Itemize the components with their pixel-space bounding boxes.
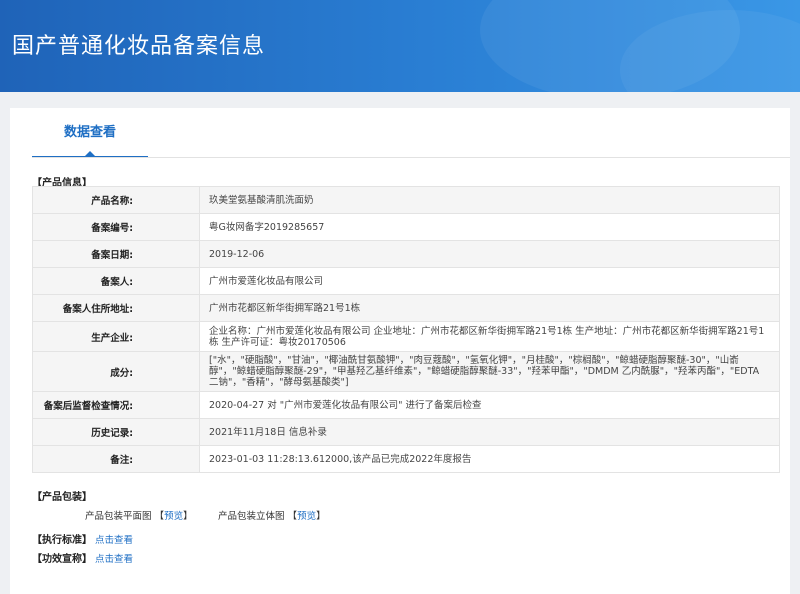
row-value: 2023-01-03 11:28:13.612000,该产品已完成2022年度报… <box>199 445 780 473</box>
section-title-packaging: 【产品包装】 <box>32 492 92 503</box>
row-value: 广州市爱莲化妆品有限公司 <box>199 267 780 295</box>
bracket-open: 【 <box>154 511 165 522</box>
efficacy-view-link[interactable]: 点击查看 <box>95 554 133 565</box>
row-value: 广州市花都区新华街拥军路21号1栋 <box>199 294 780 322</box>
row-label: 备案编号: <box>32 213 200 241</box>
row-label: 备案后监督检查情况: <box>32 391 200 419</box>
row-label: 备案人: <box>32 267 200 295</box>
table-row: 备案后监督检查情况: 2020-04-27 对 "广州市爱莲化妆品有限公司" 进… <box>32 391 780 419</box>
page-title: 国产普通化妆品备案信息 <box>12 34 266 59</box>
tab-divider <box>32 157 790 158</box>
table-row: 备案编号: 粤G妆网备字2019285657 <box>32 213 780 241</box>
efficacy-row: 【功效宣称】 点击查看 <box>32 550 133 565</box>
bracket-close: 】 <box>316 511 326 522</box>
table-row: 产品名称: 玖美堂氨基酸清肌洗面奶 <box>32 186 780 214</box>
row-value: 粤G妆网备字2019285657 <box>199 213 780 241</box>
row-label: 备注: <box>32 445 200 473</box>
content-panel: 数据查看 【产品信息】 产品名称: 玖美堂氨基酸清肌洗面奶 备案编号: 粤G妆网… <box>10 108 790 594</box>
row-label: 备案人住所地址: <box>32 294 200 322</box>
row-label: 成分: <box>32 351 200 392</box>
row-value: 2020-04-27 对 "广州市爱莲化妆品有限公司" 进行了备案后检查 <box>199 391 780 419</box>
packaging-flat-item: 产品包装平面图 【预览】 <box>85 508 193 522</box>
table-row: 备案人住所地址: 广州市花都区新华街拥军路21号1栋 <box>32 294 780 322</box>
packaging-flat-preview-link[interactable]: 预览 <box>164 511 183 522</box>
section-title-standard: 【执行标准】 <box>32 535 92 546</box>
standard-view-link[interactable]: 点击查看 <box>95 535 133 546</box>
row-value: 企业名称：广州市爱莲化妆品有限公司 企业地址：广州市花都区新华街拥军路21号1栋… <box>199 321 780 352</box>
row-label: 产品名称: <box>32 186 200 214</box>
section-title-efficacy: 【功效宣称】 <box>32 554 92 565</box>
packaging-flat-label: 产品包装平面图 <box>85 511 152 522</box>
packaging-stereo-label: 产品包装立体图 <box>218 511 285 522</box>
table-row: 成分: ["水"，"硬脂酸"，"甘油"，"椰油酰甘氨酸钾"，"肉豆蔻酸"，"氢氧… <box>32 351 780 392</box>
packaging-stereo-item: 产品包装立体图 【预览】 <box>218 508 326 522</box>
product-info-table: 产品名称: 玖美堂氨基酸清肌洗面奶 备案编号: 粤G妆网备字2019285657… <box>32 186 780 473</box>
standard-row: 【执行标准】 点击查看 <box>32 531 133 546</box>
row-value: ["水"，"硬脂酸"，"甘油"，"椰油酰甘氨酸钾"，"肉豆蔻酸"，"氢氧化钾"，… <box>199 351 780 392</box>
table-row: 备注: 2023-01-03 11:28:13.612000,该产品已完成202… <box>32 445 780 473</box>
header-banner: 国产普通化妆品备案信息 <box>0 0 800 92</box>
bracket-open: 【 <box>287 511 298 522</box>
tab-data-view[interactable]: 数据查看 <box>32 108 148 158</box>
packaging-stereo-preview-link[interactable]: 预览 <box>297 511 316 522</box>
row-value: 玖美堂氨基酸清肌洗面奶 <box>199 186 780 214</box>
table-row: 备案人: 广州市爱莲化妆品有限公司 <box>32 267 780 295</box>
table-row: 历史记录: 2021年11月18日 信息补录 <box>32 418 780 446</box>
table-row: 生产企业: 企业名称：广州市爱莲化妆品有限公司 企业地址：广州市花都区新华街拥军… <box>32 321 780 352</box>
packaging-row: 产品包装平面图 【预览】 产品包装立体图 【预览】 <box>85 508 326 522</box>
row-label: 历史记录: <box>32 418 200 446</box>
row-label: 备案日期: <box>32 240 200 268</box>
table-row: 备案日期: 2019-12-06 <box>32 240 780 268</box>
bracket-close: 】 <box>183 511 193 522</box>
row-value: 2019-12-06 <box>199 240 780 268</box>
row-value: 2021年11月18日 信息补录 <box>199 418 780 446</box>
row-label: 生产企业: <box>32 321 200 352</box>
